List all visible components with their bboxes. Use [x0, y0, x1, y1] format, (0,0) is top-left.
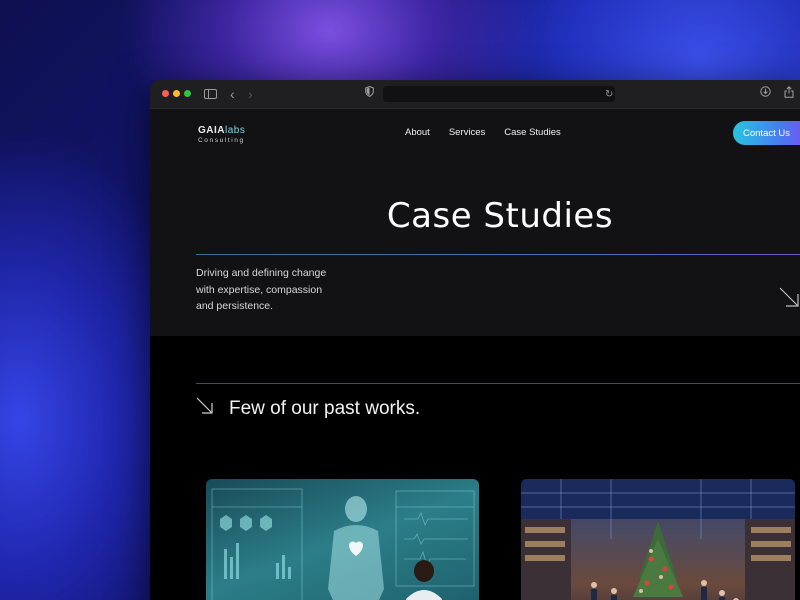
share-icon[interactable]	[784, 86, 794, 103]
shield-icon[interactable]	[365, 85, 374, 102]
zoom-window-button[interactable]	[184, 90, 191, 97]
minimize-window-button[interactable]	[173, 90, 180, 97]
address-bar[interactable]	[383, 86, 615, 102]
logo-wordmark: GAIAlabs	[198, 125, 246, 136]
nav-about[interactable]: About	[405, 127, 430, 138]
nav-case-studies[interactable]: Case Studies	[504, 127, 561, 138]
healthcare-hologram-image	[211, 488, 475, 600]
main-nav: About Services Case Studies	[405, 127, 561, 138]
case-study-card-healthcare[interactable]	[206, 479, 479, 600]
browser-window: ‹ › ↻ GAIAlabs Consulting About Services…	[150, 80, 800, 600]
contact-us-button[interactable]: Contact Us	[733, 121, 800, 145]
arrow-down-right-icon[interactable]	[778, 286, 800, 310]
page-title: Case Studies	[386, 195, 614, 236]
logo-subtitle: Consulting	[198, 137, 245, 144]
case-study-card-retail[interactable]	[521, 479, 795, 600]
download-icon[interactable]	[760, 86, 771, 102]
hero-tagline: Driving and defining change with experti…	[196, 267, 327, 312]
close-window-button[interactable]	[162, 90, 169, 97]
arrow-down-right-icon	[196, 397, 213, 414]
hero-divider	[196, 254, 800, 255]
forward-arrow-icon[interactable]: ›	[248, 86, 253, 102]
nav-services[interactable]: Services	[449, 127, 485, 138]
site-hero-section: GAIAlabs Consulting About Services Case …	[150, 109, 800, 336]
works-divider	[196, 383, 800, 384]
reload-icon[interactable]: ↻	[605, 87, 613, 103]
sidebar-toggle-icon[interactable]	[204, 89, 217, 99]
browser-titlebar: ‹ › ↻	[150, 80, 800, 109]
back-arrow-icon[interactable]: ‹	[230, 86, 235, 102]
works-heading: Few of our past works.	[229, 398, 421, 419]
retail-store-image	[521, 479, 795, 600]
gaialabs-logo[interactable]: GAIAlabs Consulting	[198, 125, 245, 144]
